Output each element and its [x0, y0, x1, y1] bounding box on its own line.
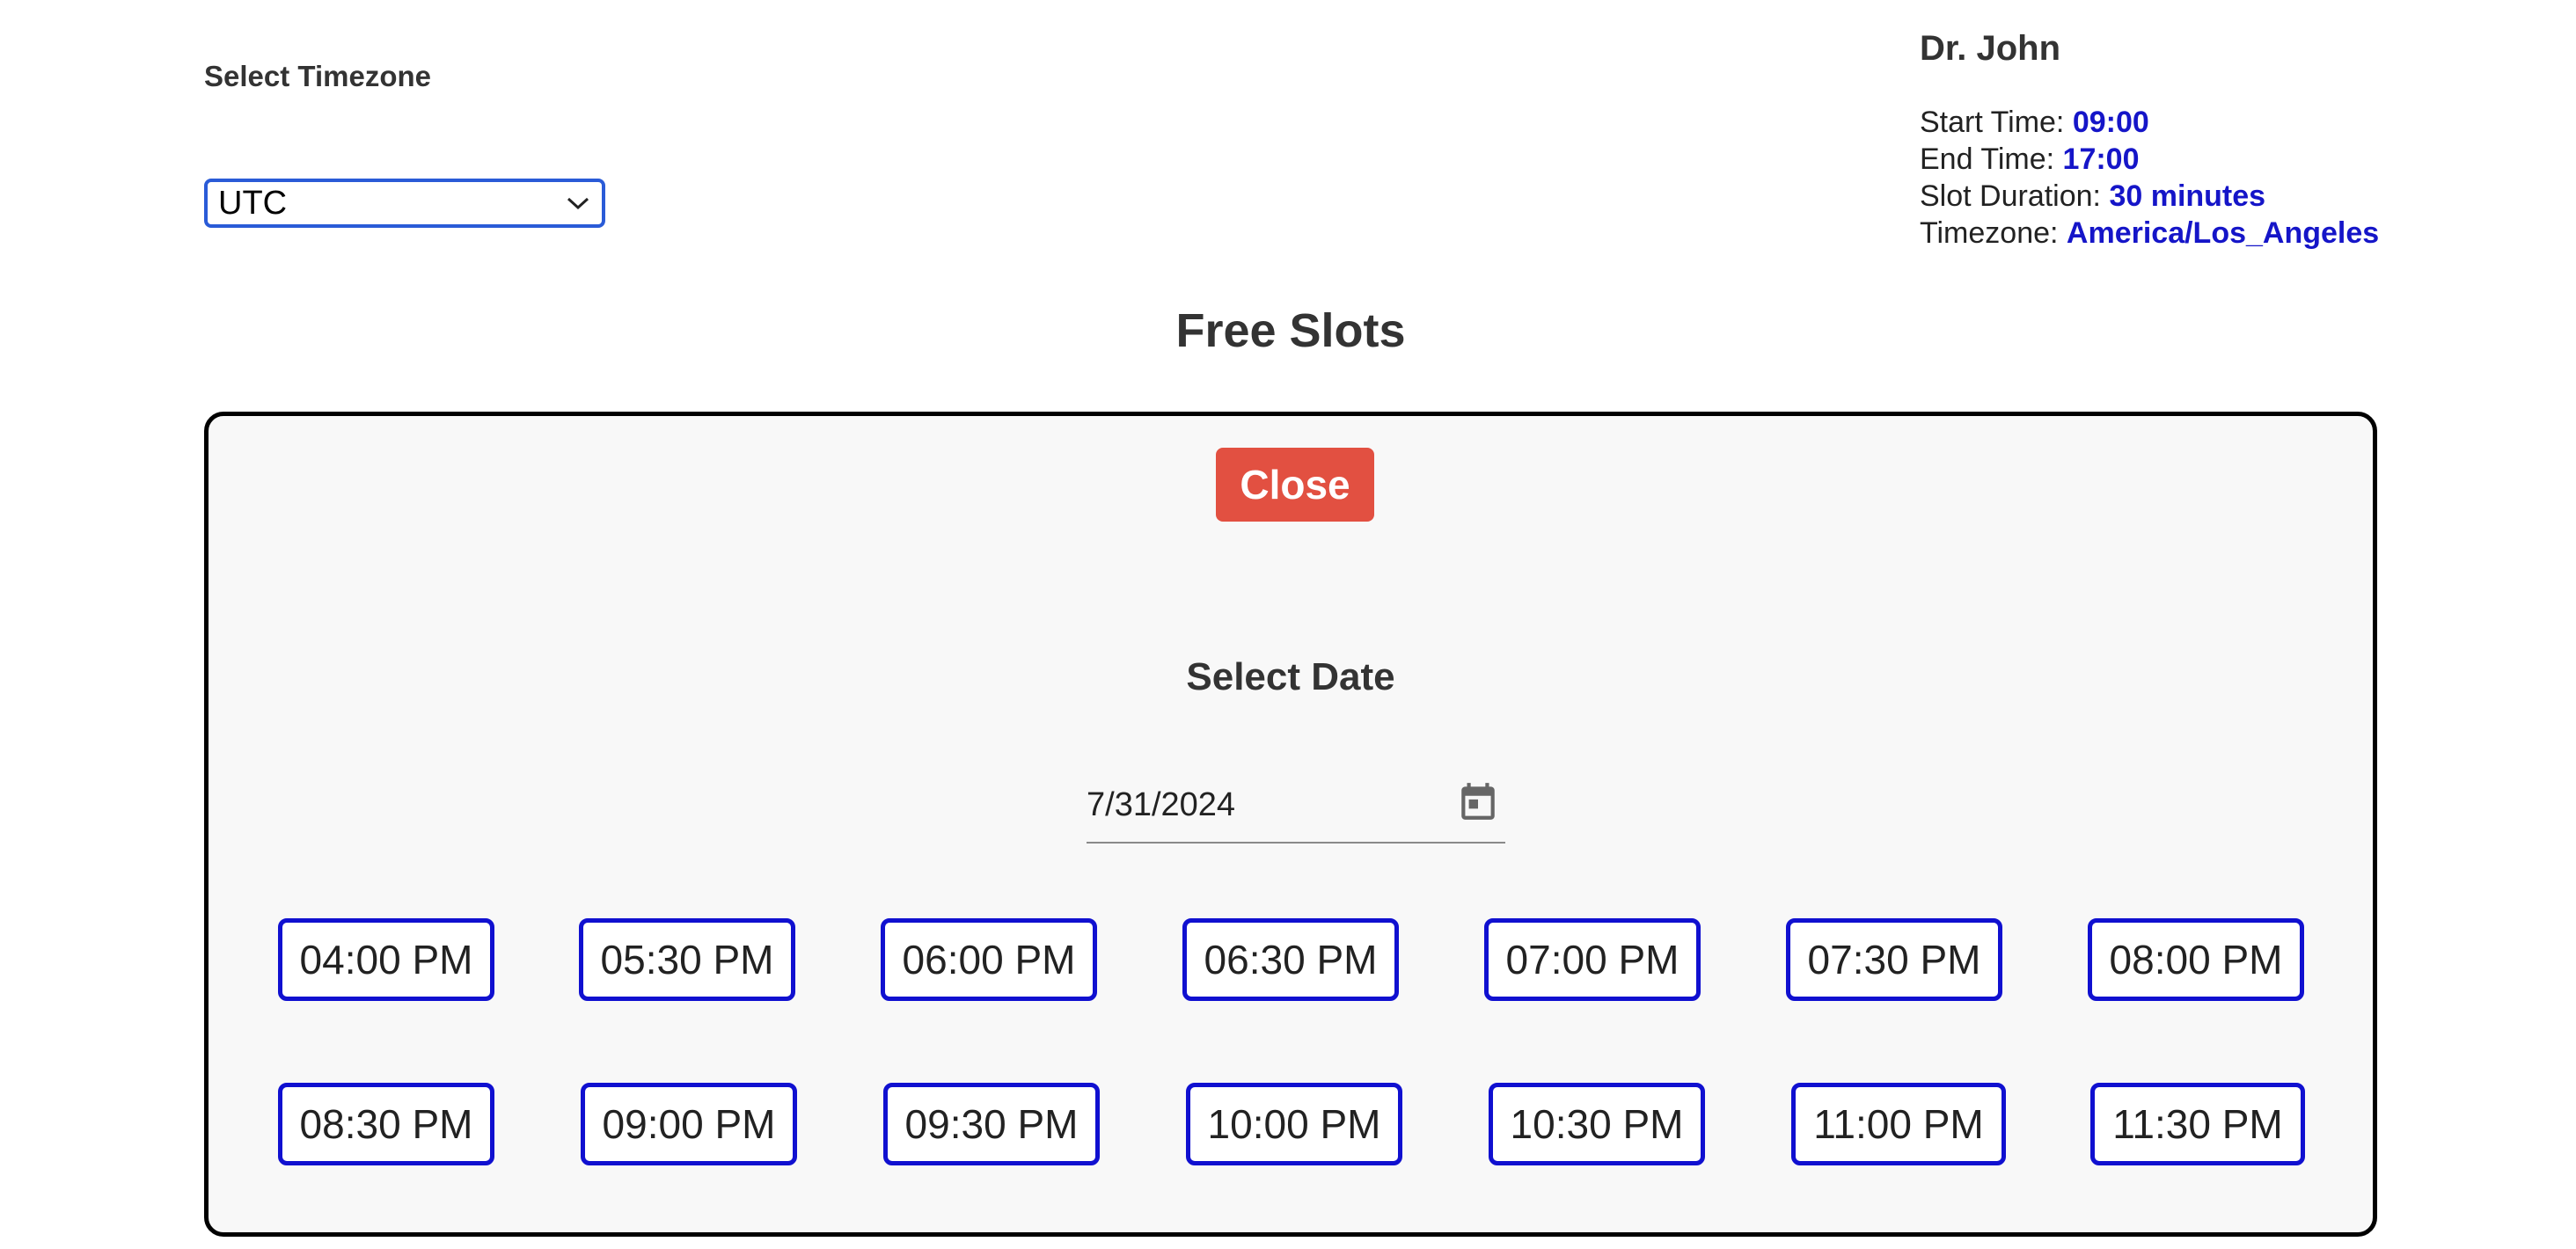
chevron-down-icon [565, 190, 591, 216]
page-title: Free Slots [1175, 304, 1406, 357]
date-input[interactable]: 7/31/2024 [1087, 768, 1505, 844]
time-slot-button[interactable]: 06:00 PM [881, 918, 1097, 1001]
time-slot-button[interactable]: 10:30 PM [1489, 1083, 1705, 1165]
time-slot-button[interactable]: 07:30 PM [1786, 918, 2002, 1001]
end-time-row: End Time: 17:00 [1920, 141, 2536, 178]
doctor-info: Dr. John Start Time: 09:00 End Time: 17:… [1920, 26, 2536, 252]
timezone-label: Select Timezone [204, 60, 431, 92]
slot-duration-value: 30 minutes [2109, 179, 2266, 213]
doctor-timezone-row: Timezone: America/Los_Angeles [1920, 215, 2536, 252]
slot-duration-label: Slot Duration: [1920, 179, 2101, 213]
doctor-timezone-label: Timezone: [1920, 216, 2059, 250]
close-button[interactable]: Close [1216, 448, 1374, 522]
timezone-select[interactable]: UTC [204, 179, 605, 228]
time-slot-button[interactable]: 08:30 PM [278, 1083, 494, 1165]
time-slot-button[interactable]: 11:00 PM [1791, 1083, 2006, 1165]
free-slots-panel: Close Select Date 7/31/2024 04:00 PM 05:3… [204, 412, 2377, 1237]
time-slot-button[interactable]: 10:00 PM [1186, 1083, 1402, 1165]
time-slot-button[interactable]: 11:30 PM [2090, 1083, 2305, 1165]
doctor-timezone-value: America/Los_Angeles [2066, 216, 2380, 250]
date-value: 7/31/2024 [1087, 785, 1236, 823]
start-time-row: Start Time: 09:00 [1920, 104, 2536, 141]
time-slot-button[interactable]: 07:00 PM [1484, 918, 1701, 1001]
start-time-label: Start Time: [1920, 106, 2065, 139]
select-date-label: Select Date [1186, 655, 1395, 698]
time-slot-button[interactable]: 09:00 PM [581, 1083, 797, 1165]
calendar-icon[interactable] [1456, 779, 1500, 823]
time-slot-button[interactable]: 04:00 PM [278, 918, 494, 1001]
start-time-value: 09:00 [2072, 106, 2149, 139]
time-slot-button[interactable]: 06:30 PM [1182, 918, 1399, 1001]
time-slot-button[interactable]: 09:30 PM [883, 1083, 1100, 1165]
doctor-name: Dr. John [1920, 29, 2061, 68]
end-time-value: 17:00 [2062, 142, 2140, 176]
timezone-select-value: UTC [218, 184, 288, 222]
time-slot-button[interactable]: 08:00 PM [2088, 918, 2304, 1001]
end-time-label: End Time: [1920, 142, 2055, 176]
slot-duration-row: Slot Duration: 30 minutes [1920, 178, 2536, 215]
time-slot-button[interactable]: 05:30 PM [579, 918, 795, 1001]
